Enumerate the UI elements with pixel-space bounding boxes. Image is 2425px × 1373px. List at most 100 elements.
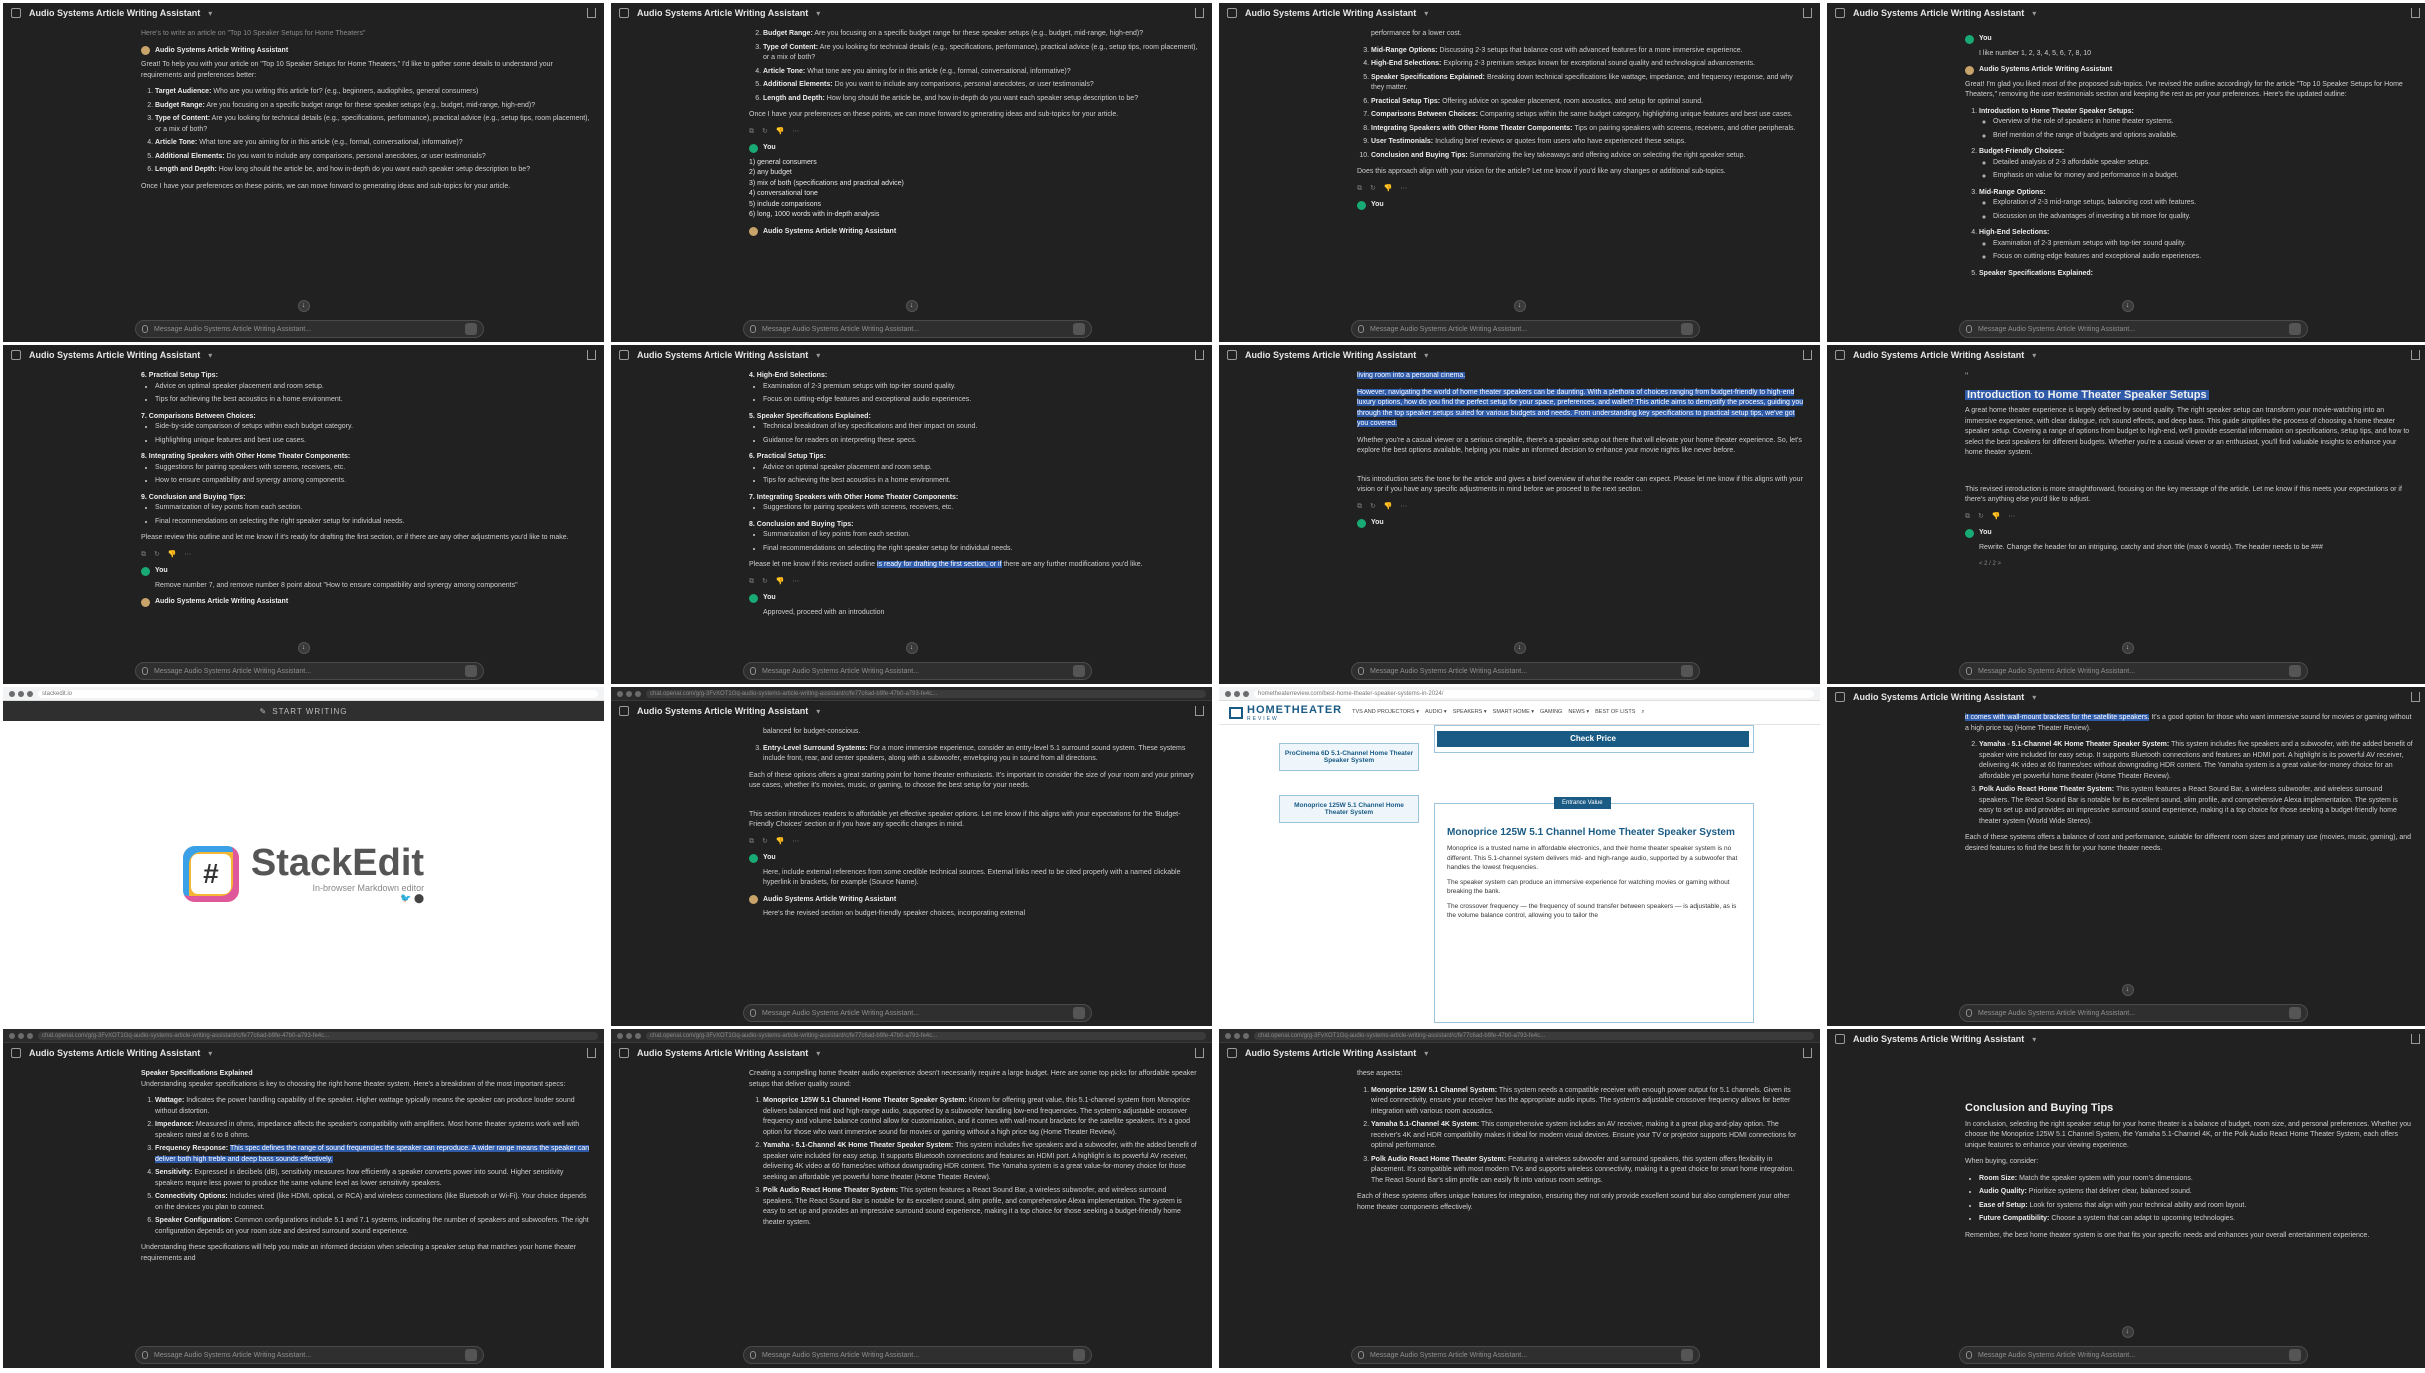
message-actions[interactable]: ⧉ ↻ 👎 ⋯ — [749, 837, 1198, 848]
new-chat-icon[interactable] — [1835, 1034, 1845, 1044]
message-input[interactable]: Message Audio Systems Article Writing As… — [1959, 1004, 2308, 1022]
send-button[interactable] — [1073, 665, 1085, 677]
chevron-down-icon[interactable]: ▾ — [816, 1049, 820, 1058]
attach-icon[interactable] — [1358, 1351, 1364, 1359]
menu-item[interactable]: AUDIO ▾ — [1425, 709, 1447, 716]
new-chat-icon[interactable] — [1227, 350, 1237, 360]
new-chat-icon[interactable] — [1835, 8, 1845, 18]
share-icon[interactable] — [2411, 1034, 2420, 1044]
attach-icon[interactable] — [1966, 325, 1972, 333]
scroll-down-icon[interactable]: ↓ — [1513, 300, 1526, 312]
message-input[interactable]: Message Audio Systems Article Writing As… — [1959, 320, 2308, 338]
attach-icon[interactable] — [1358, 667, 1364, 675]
scroll-down-icon[interactable]: ↓ — [2121, 984, 2134, 996]
address-bar[interactable]: chat.openai.com/g/g-3FvXOT1Gq-audio-syst… — [646, 689, 1206, 698]
chat-title[interactable]: Audio Systems Article Writing Assistant — [637, 350, 808, 360]
chat-title[interactable]: Audio Systems Article Writing Assistant — [29, 8, 200, 18]
menu-item[interactable]: GAMING — [1540, 709, 1562, 716]
chat-title[interactable]: Audio Systems Article Writing Assistant — [637, 8, 808, 18]
new-chat-icon[interactable] — [619, 1048, 629, 1058]
new-chat-icon[interactable] — [619, 8, 629, 18]
attach-icon[interactable] — [1966, 667, 1972, 675]
message-actions[interactable]: ⧉ ↻ 👎 ⋯ — [141, 550, 590, 561]
chevron-down-icon[interactable]: ▾ — [208, 1049, 212, 1058]
chat-title[interactable]: Audio Systems Article Writing Assistant — [1853, 692, 2024, 702]
menu-item[interactable]: SPEAKERS ▾ — [1453, 709, 1487, 716]
search-icon[interactable]: ⌕ — [1641, 709, 1644, 716]
new-chat-icon[interactable] — [1835, 692, 1845, 702]
send-button[interactable] — [1681, 1349, 1693, 1361]
chevron-down-icon[interactable]: ▾ — [816, 351, 820, 360]
attach-icon[interactable] — [1966, 1009, 1972, 1017]
address-bar[interactable]: chat.openai.com/g/g-3FvXOT1Gq-audio-syst… — [1254, 1031, 1814, 1040]
chat-title[interactable]: Audio Systems Article Writing Assistant — [29, 350, 200, 360]
send-button[interactable] — [2289, 323, 2301, 335]
new-chat-icon[interactable] — [1227, 1048, 1237, 1058]
message-actions[interactable]: ⧉ ↻ 👎 ⋯ — [1357, 502, 1806, 513]
share-icon[interactable] — [1195, 350, 1204, 360]
scroll-down-icon[interactable]: ↓ — [2121, 300, 2134, 312]
new-chat-icon[interactable] — [11, 1048, 21, 1058]
message-input[interactable]: Message Audio Systems Article Writing As… — [135, 1346, 484, 1364]
attach-icon[interactable] — [142, 1351, 148, 1359]
chevron-down-icon[interactable]: ▾ — [1424, 351, 1428, 360]
site-logo[interactable]: HOMETHEATER REVIEW — [1229, 704, 1342, 722]
nav-buttons[interactable] — [1225, 1032, 1249, 1039]
chevron-down-icon[interactable]: ▾ — [816, 9, 820, 18]
share-icon[interactable] — [2411, 350, 2420, 360]
check-price-button[interactable]: Check Price — [1437, 731, 1749, 747]
message-actions[interactable]: ⧉ ↻ 👎 ⋯ — [1357, 184, 1806, 195]
message-input[interactable]: Message Audio Systems Article Writing As… — [1351, 1346, 1700, 1364]
scroll-down-icon[interactable]: ↓ — [2121, 642, 2134, 654]
menu-item[interactable]: NEWS ▾ — [1568, 709, 1589, 716]
chat-title[interactable]: Audio Systems Article Writing Assistant — [637, 1048, 808, 1058]
chat-title[interactable]: Audio Systems Article Writing Assistant — [29, 1048, 200, 1058]
chat-title[interactable]: Audio Systems Article Writing Assistant — [1853, 350, 2024, 360]
social-icons[interactable]: 🐦 ⬤ — [251, 893, 424, 904]
address-bar[interactable]: stackedit.io — [38, 689, 598, 698]
message-actions[interactable]: ⧉ ↻ 👎 ⋯ — [749, 577, 1198, 588]
chevron-down-icon[interactable]: ▾ — [1424, 9, 1428, 18]
message-input[interactable]: Message Audio Systems Article Writing As… — [1959, 662, 2308, 680]
attach-icon[interactable] — [750, 667, 756, 675]
send-button[interactable] — [1073, 1007, 1085, 1019]
nav-buttons[interactable] — [1225, 690, 1249, 697]
chevron-down-icon[interactable]: ▾ — [2032, 351, 2036, 360]
nav-buttons[interactable] — [617, 690, 641, 697]
share-icon[interactable] — [587, 8, 596, 18]
chevron-down-icon[interactable]: ▾ — [816, 707, 820, 716]
new-chat-icon[interactable] — [619, 706, 629, 716]
share-icon[interactable] — [1195, 1048, 1204, 1058]
new-chat-icon[interactable] — [1835, 350, 1845, 360]
chat-title[interactable]: Audio Systems Article Writing Assistant — [1245, 1048, 1416, 1058]
message-input[interactable]: Message Audio Systems Article Writing As… — [743, 1346, 1092, 1364]
toc-item[interactable]: ProCinema 6D 5.1-Channel Home Theater Sp… — [1279, 743, 1419, 771]
send-button[interactable] — [1073, 1349, 1085, 1361]
share-icon[interactable] — [587, 1048, 596, 1058]
nav-buttons[interactable] — [9, 1032, 33, 1039]
send-button[interactable] — [2289, 665, 2301, 677]
message-input[interactable]: Message Audio Systems Article Writing As… — [1351, 662, 1700, 680]
scroll-down-icon[interactable]: ↓ — [297, 642, 310, 654]
nav-buttons[interactable] — [9, 690, 33, 697]
address-bar[interactable]: hometheaterreview.com/best-home-theater-… — [1254, 689, 1814, 698]
message-input[interactable]: Message Audio Systems Article Writing As… — [743, 662, 1092, 680]
share-icon[interactable] — [2411, 692, 2420, 702]
share-icon[interactable] — [1195, 706, 1204, 716]
send-button[interactable] — [1681, 323, 1693, 335]
menu-item[interactable]: BEST OF LISTS — [1595, 709, 1635, 716]
scroll-down-icon[interactable]: ↓ — [905, 300, 918, 312]
new-chat-icon[interactable] — [619, 350, 629, 360]
chat-title[interactable]: Audio Systems Article Writing Assistant — [1245, 350, 1416, 360]
attach-icon[interactable] — [750, 1009, 756, 1017]
message-actions[interactable]: ⧉ ↻ 👎 ⋯ — [1965, 512, 2414, 523]
send-button[interactable] — [1681, 665, 1693, 677]
nav-buttons[interactable] — [617, 1032, 641, 1039]
start-writing-bar[interactable]: ✎ START WRITING — [3, 701, 604, 721]
attach-icon[interactable] — [1358, 325, 1364, 333]
send-button[interactable] — [2289, 1349, 2301, 1361]
message-pager[interactable]: < 2 / 2 > — [1979, 559, 2414, 570]
chevron-down-icon[interactable]: ▾ — [2032, 9, 2036, 18]
menu-item[interactable]: SMART HOME ▾ — [1493, 709, 1534, 716]
chevron-down-icon[interactable]: ▾ — [1424, 1049, 1428, 1058]
